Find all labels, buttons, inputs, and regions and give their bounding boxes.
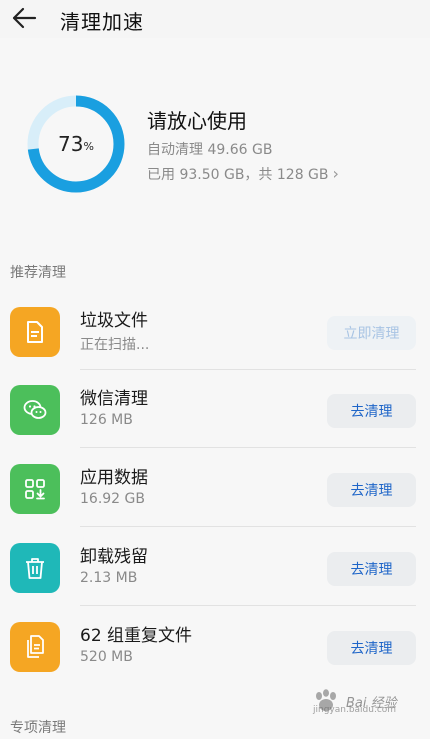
- list-item-uninstall-residue[interactable]: 卸载残留 2.13 MB 去清理: [0, 528, 430, 606]
- item-size: 520 MB: [80, 649, 133, 665]
- divider: [80, 447, 416, 448]
- usage-percent: 73 %: [26, 94, 126, 194]
- divider: [80, 526, 416, 527]
- chevron-right-icon: ›: [332, 164, 339, 183]
- watermark-url: jingyan.baidu.com: [313, 705, 397, 715]
- go-clean-button[interactable]: 去清理: [327, 552, 416, 586]
- divider: [80, 605, 416, 606]
- app-data-icon: [10, 464, 60, 514]
- section-title-recommended: 推荐清理: [10, 265, 66, 281]
- item-name: 垃圾文件: [80, 311, 148, 331]
- status-text: 请放心使用: [147, 109, 247, 133]
- clean-now-button[interactable]: 立即清理: [327, 316, 416, 350]
- item-size: 2.13 MB: [80, 570, 138, 586]
- list-item-wechat-clean[interactable]: 微信清理 126 MB 去清理: [0, 370, 430, 448]
- list-item-duplicate-files[interactable]: 62 组重复文件 520 MB 去清理: [0, 607, 430, 685]
- go-clean-button[interactable]: 去清理: [327, 394, 416, 428]
- duplicate-file-icon: [10, 622, 60, 672]
- usage-percent-value: 73: [58, 132, 84, 156]
- item-size: 16.92 GB: [80, 491, 145, 507]
- item-size: 126 MB: [80, 412, 133, 428]
- auto-clean-text: 自动清理 49.66 GB: [147, 142, 273, 158]
- wechat-icon: [10, 385, 60, 435]
- item-name: 卸载残留: [80, 547, 148, 567]
- item-name: 62 组重复文件: [80, 626, 193, 646]
- document-icon: [10, 307, 60, 357]
- back-arrow-icon[interactable]: [10, 5, 38, 31]
- usage-percent-sign: %: [83, 139, 94, 153]
- section-title-special: 专项清理: [10, 720, 66, 736]
- item-size: 正在扫描...: [80, 337, 150, 353]
- go-clean-button[interactable]: 去清理: [327, 631, 416, 665]
- go-clean-button[interactable]: 去清理: [327, 473, 416, 507]
- item-name: 应用数据: [80, 468, 148, 488]
- item-name: 微信清理: [80, 389, 148, 409]
- app-header: 清理加速: [0, 0, 430, 38]
- list-item-app-data[interactable]: 应用数据 16.92 GB 去清理: [0, 449, 430, 527]
- trash-icon: [10, 543, 60, 593]
- list-item-junk-files[interactable]: 垃圾文件 正在扫描... 立即清理: [0, 292, 430, 370]
- storage-used-link[interactable]: 已用 93.50 GB，共 128 GB ›: [147, 164, 339, 184]
- storage-used-text: 已用 93.50 GB，共 128 GB: [147, 167, 329, 183]
- page-title: 清理加速: [60, 10, 144, 34]
